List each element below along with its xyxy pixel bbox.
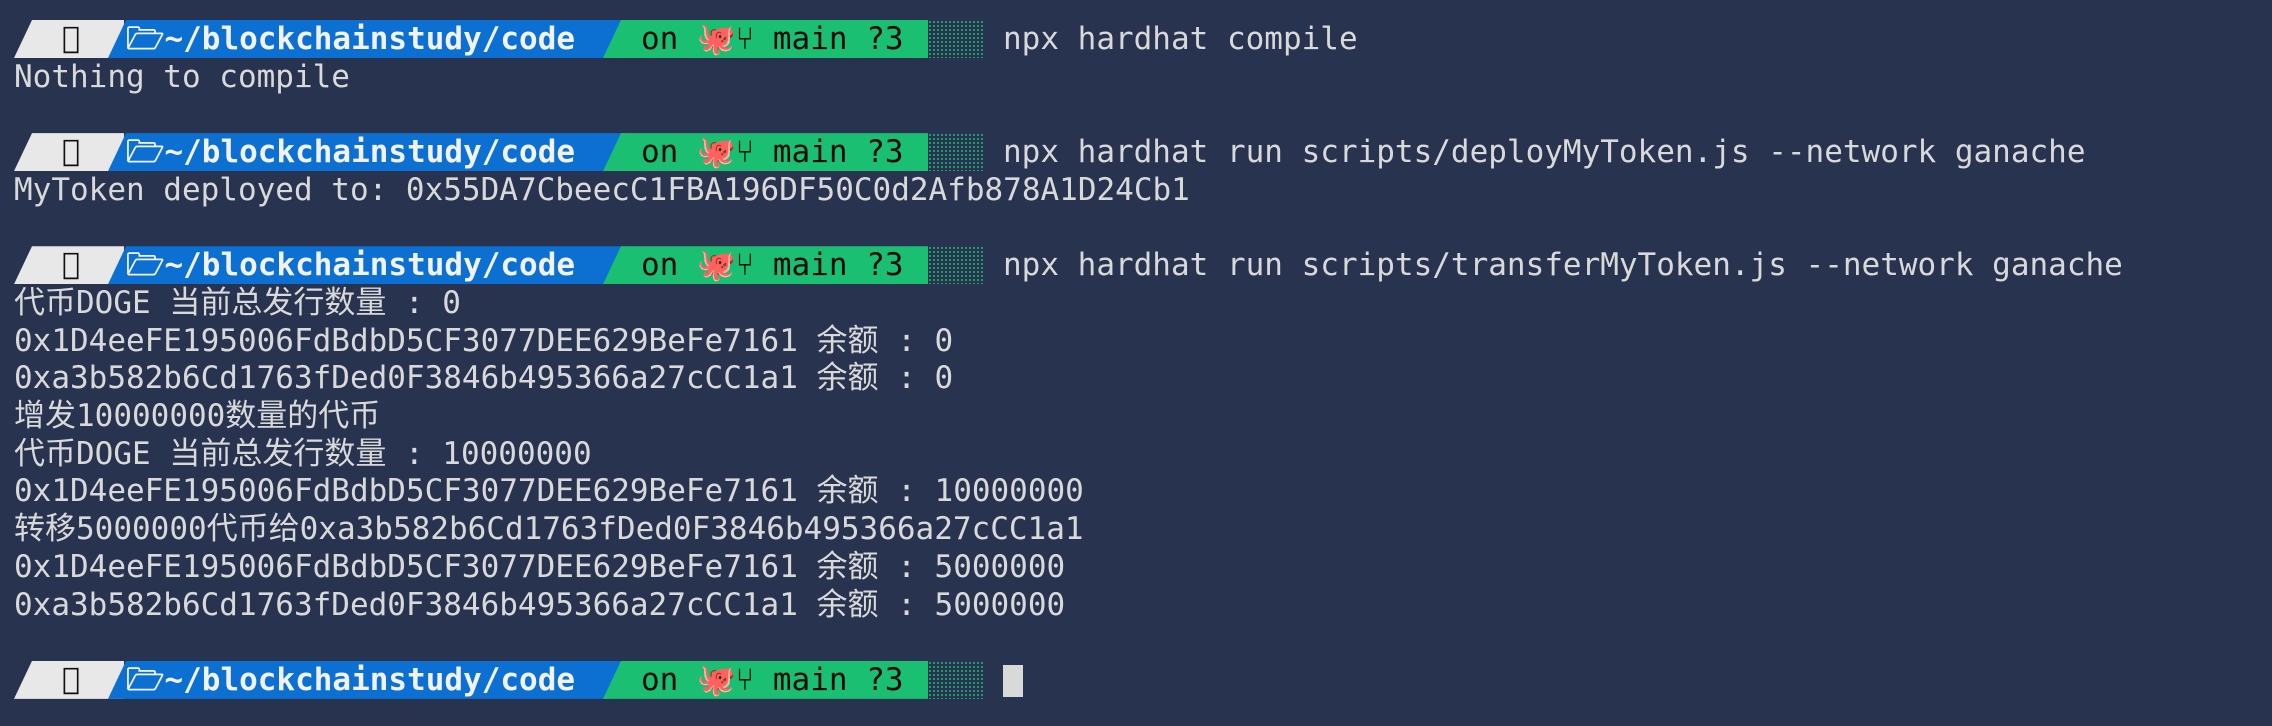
git-branch-icon: ⑂	[735, 247, 755, 284]
folder-open-icon: 🗁	[126, 661, 165, 698]
git-status: ?3	[866, 661, 904, 698]
output-line: 代币DOGE 当前总发行数量 : 0	[14, 284, 461, 321]
output-line: 0xa3b582b6Cd1763fDed0F3846b495366a27cCC1…	[14, 586, 1066, 623]
git-segment: on 🐙⑂ main ?3	[603, 20, 928, 58]
output-line: 转移5000000代币给0xa3b582b6Cd1763fDed0F3846b4…	[14, 511, 1084, 548]
output-line: 0xa3b582b6Cd1763fDed0F3846b495366a27cCC1…	[14, 360, 954, 397]
github-icon: 🐙	[697, 134, 736, 171]
output-line: 代币DOGE 当前总发行数量 : 10000000	[14, 435, 592, 472]
github-icon: 🐙	[697, 661, 736, 698]
current-path: ~/blockchainstudy/code	[164, 661, 576, 698]
git-branch-icon: ⑂	[735, 134, 755, 171]
git-branch-icon: ⑂	[735, 661, 755, 698]
path-segment: 🗁~/blockchainstudy/code	[108, 661, 628, 699]
path-segment: 🗁~/blockchainstudy/code	[108, 246, 628, 284]
git-status: ?3	[866, 247, 904, 284]
git-status: ?3	[866, 21, 904, 57]
git-prefix: on	[641, 247, 679, 284]
shell-prompt:  🗁~/blockchainstudy/code on 🐙⑂ main ?3	[0, 660, 1023, 699]
folder-open-icon: 🗁	[126, 247, 165, 284]
git-branch-icon: ⑂	[735, 21, 755, 57]
git-segment: on 🐙⑂ main ?3	[603, 660, 928, 699]
shell-prompt:  🗁~/blockchainstudy/code on 🐙⑂ main ?3 …	[0, 246, 2123, 285]
output-line: 0x1D4eeFE195006FdBdbD5CF3077DEE629BeFe71…	[14, 322, 954, 359]
command-text: npx hardhat run scripts/deployMyToken.js…	[1003, 134, 2086, 171]
git-branch: main	[772, 21, 848, 57]
github-icon: 🐙	[697, 247, 736, 284]
os-segment: 	[14, 246, 124, 285]
apple-icon: 	[62, 661, 81, 697]
current-path: ~/blockchainstudy/code	[164, 21, 576, 57]
prompt-fade	[928, 660, 984, 699]
git-branch: main	[772, 247, 848, 284]
os-segment: 	[14, 20, 124, 58]
prompt-fade	[928, 20, 984, 58]
os-segment: 	[14, 133, 124, 172]
folder-open-icon: 🗁	[126, 21, 165, 57]
git-branch: main	[772, 134, 848, 171]
path-segment: 🗁~/blockchainstudy/code	[108, 133, 628, 171]
apple-icon: 	[62, 21, 81, 56]
apple-icon: 	[62, 247, 81, 283]
git-prefix: on	[641, 134, 679, 171]
current-path: ~/blockchainstudy/code	[164, 247, 576, 284]
prompt-fade	[928, 246, 984, 285]
command-text: npx hardhat run scripts/transferMyToken.…	[1003, 247, 2123, 284]
folder-open-icon: 🗁	[126, 134, 165, 171]
apple-icon: 	[62, 134, 81, 170]
output-line: 增发10000000数量的代币	[14, 398, 381, 434]
output-line: Nothing to compile	[14, 58, 350, 95]
git-segment: on 🐙⑂ main ?3	[603, 246, 928, 285]
os-segment: 	[14, 660, 124, 699]
output-line: MyToken deployed to: 0x55DA7CbeecC1FBA19…	[14, 171, 1190, 208]
terminal-cursor[interactable]	[1003, 664, 1023, 697]
git-status: ?3	[866, 134, 904, 171]
path-segment: 🗁~/blockchainstudy/code	[108, 20, 628, 58]
output-line: 0x1D4eeFE195006FdBdbD5CF3077DEE629BeFe71…	[14, 473, 1084, 510]
command-text: npx hardhat compile	[1003, 21, 1358, 57]
output-line: 0x1D4eeFE195006FdBdbD5CF3077DEE629BeFe71…	[14, 548, 1066, 585]
git-prefix: on	[641, 661, 679, 698]
git-branch: main	[772, 661, 848, 698]
git-prefix: on	[641, 21, 679, 57]
shell-prompt:  🗁~/blockchainstudy/code on 🐙⑂ main ?3 …	[0, 20, 1358, 58]
git-segment: on 🐙⑂ main ?3	[603, 133, 928, 172]
shell-prompt:  🗁~/blockchainstudy/code on 🐙⑂ main ?3 …	[0, 133, 2086, 172]
current-path: ~/blockchainstudy/code	[164, 134, 576, 171]
github-icon: 🐙	[697, 21, 736, 57]
prompt-fade	[928, 133, 984, 172]
